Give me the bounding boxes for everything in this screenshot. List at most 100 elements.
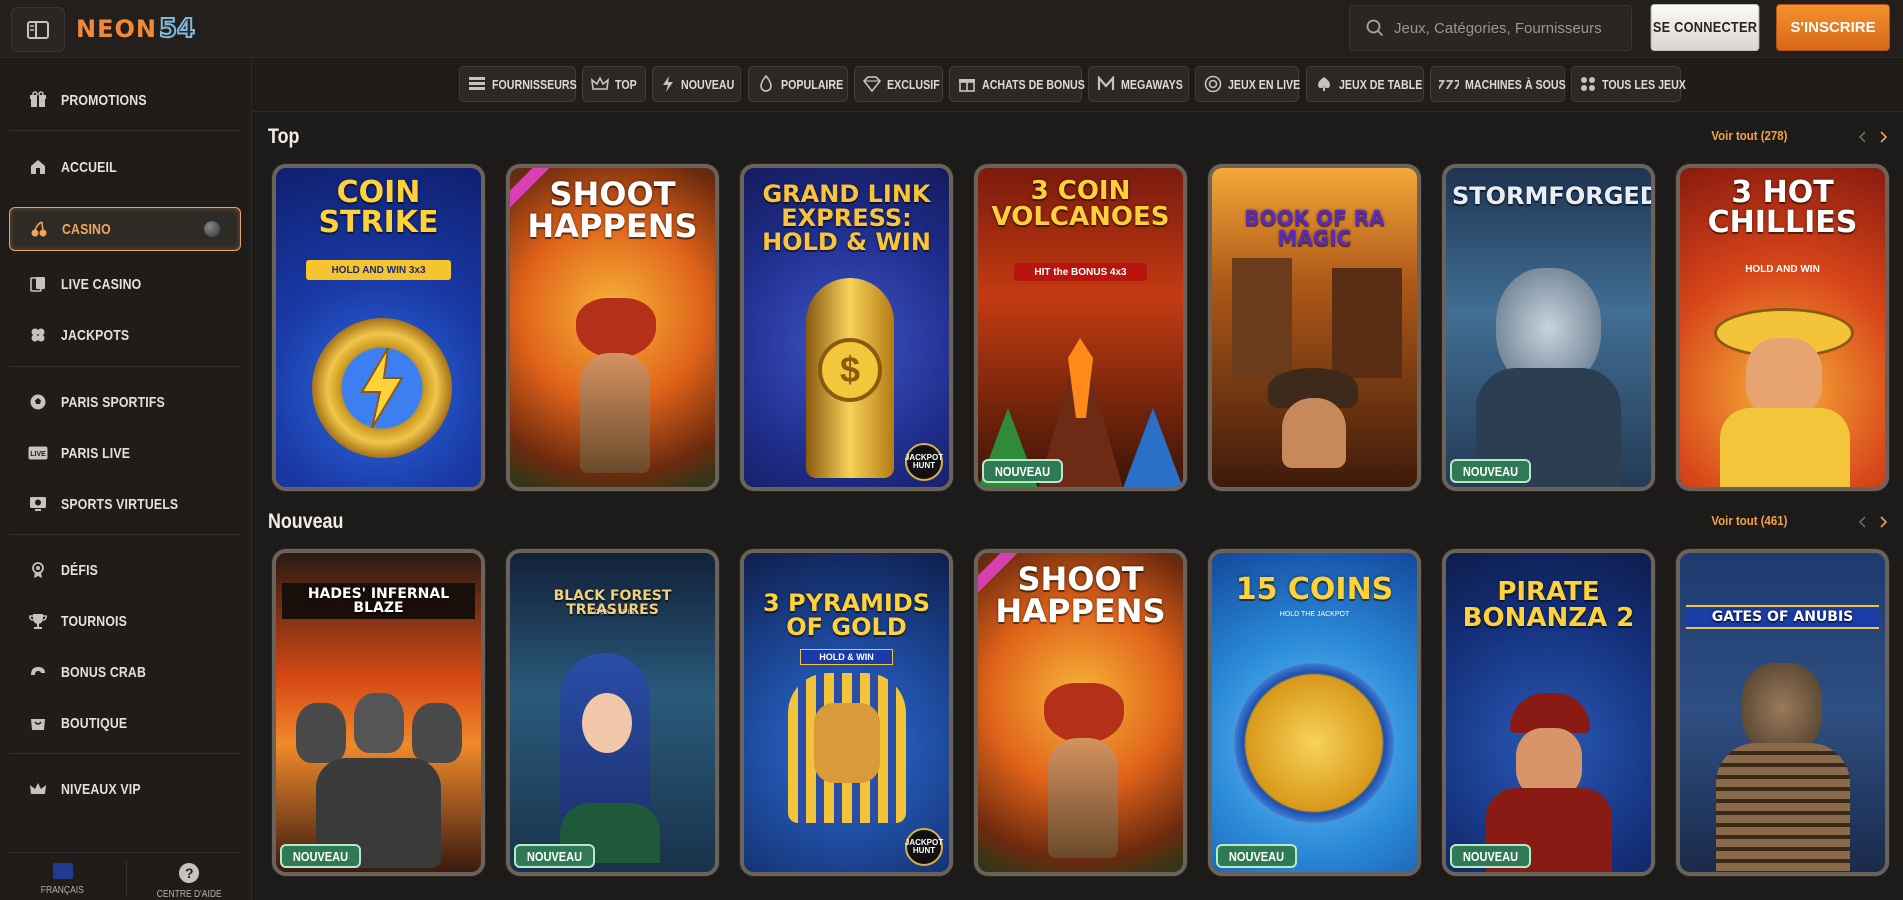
- sidebar-item-jackpots[interactable]: Jackpots: [9, 313, 241, 357]
- top-header: NEON 54 SE CONNECTER S'INSCRIRE: [0, 0, 1903, 58]
- category-label: Nouveau: [681, 76, 735, 92]
- category-all-games[interactable]: Tous les Jeux: [1571, 66, 1686, 102]
- sidebar-item-tournaments[interactable]: Tournois: [9, 599, 241, 643]
- signup-button[interactable]: S'INSCRIRE: [1776, 4, 1890, 51]
- logo-wordmark: NEON: [76, 15, 157, 43]
- sidebar-item-challenges[interactable]: Défis: [9, 548, 241, 592]
- game-subtitle: HOLD THE JACKPOT: [1279, 611, 1350, 618]
- sidebar-item-label: Bonus Crab: [61, 663, 147, 681]
- game-title: SHOOT HAPPENS: [995, 560, 1166, 630]
- category-label: Top: [615, 76, 637, 92]
- login-button[interactable]: SE CONNECTER: [1650, 4, 1760, 51]
- game-card[interactable]: COIN STRIKE HOLD AND WIN 3x3: [272, 164, 485, 491]
- svg-text:LIVE: LIVE: [30, 451, 46, 458]
- sidebar-item-label: Niveaux VIP: [61, 780, 141, 798]
- game-card[interactable]: SHOOT HAPPENS: [974, 549, 1187, 876]
- carousel-prev-top-button[interactable]: [1855, 130, 1869, 144]
- cards-icon: [1315, 73, 1333, 95]
- sidebar-item-sports-betting[interactable]: Paris Sportifs: [9, 380, 241, 424]
- category-label: Megaways: [1121, 76, 1183, 92]
- live-tag-icon: LIVE: [27, 442, 49, 464]
- game-card[interactable]: STORMFORGED NOUVEAU: [1442, 164, 1655, 491]
- category-label: Jeux en Live: [1228, 76, 1301, 92]
- sidebar-item-live-betting[interactable]: LIVE Paris Live: [9, 431, 241, 475]
- sidebar-item-label: Tournois: [61, 612, 128, 630]
- sidebar-item-live-casino[interactable]: Live Casino: [9, 262, 241, 306]
- game-subtitle: LOCK & SPIN: [590, 609, 635, 616]
- game-title: PIRATE BONANZA 2: [1462, 577, 1635, 633]
- sidebar-item-promotions[interactable]: Promotions: [9, 78, 241, 122]
- sidebar-footer: Français ? Centre d'aide: [0, 859, 252, 900]
- sidebar-item-label: Accueil: [61, 158, 117, 176]
- grid-icon: [1580, 73, 1596, 95]
- new-badge: NOUVEAU: [1216, 844, 1298, 868]
- new-badge: NOUVEAU: [514, 844, 596, 868]
- category-top[interactable]: Top: [582, 66, 646, 102]
- crown-icon: [27, 778, 49, 800]
- game-card[interactable]: GRAND LINK EXPRESS: HOLD & WIN $ JACKPOT…: [740, 164, 953, 491]
- category-label: Fournisseurs: [492, 76, 577, 92]
- sidebar-item-bonus-crab[interactable]: Bonus Crab: [9, 650, 241, 694]
- slot-777-icon: 777: [1439, 73, 1459, 95]
- help-icon: ?: [179, 863, 200, 883]
- game-card[interactable]: PIRATE BONANZA 2 NOUVEAU: [1442, 549, 1655, 876]
- sidebar-item-vip-levels[interactable]: Niveaux VIP: [9, 767, 241, 811]
- game-card[interactable]: 3 COIN VOLCANOES HIT the BONUS 4x3 NOUVE…: [974, 164, 1187, 491]
- game-card[interactable]: HADES' INFERNAL BLAZE NOUVEAU: [272, 549, 485, 876]
- help-center-link[interactable]: ? Centre d'aide: [127, 859, 253, 900]
- category-popular[interactable]: Populaire: [748, 66, 848, 102]
- search-box[interactable]: [1349, 5, 1632, 51]
- game-card[interactable]: BLACK FOREST TREASURES LOCK & SPIN NOUVE…: [506, 549, 719, 876]
- see-all-top-link[interactable]: Voir tout (278): [1711, 128, 1787, 143]
- category-new[interactable]: Nouveau: [652, 66, 741, 102]
- game-card[interactable]: SHOOT HAPPENS: [506, 164, 719, 491]
- see-all-new-link[interactable]: Voir tout (461): [1711, 513, 1787, 528]
- category-label: Tous les Jeux: [1602, 76, 1686, 92]
- category-megaways[interactable]: Megaways: [1088, 66, 1189, 102]
- language-selector[interactable]: Français: [0, 859, 126, 900]
- diamond-icon: [863, 73, 881, 95]
- carousel-next-new-button[interactable]: [1877, 515, 1891, 529]
- carousel-prev-new-button[interactable]: [1855, 515, 1869, 529]
- category-bonus-buys[interactable]: Achats de Bonus: [949, 66, 1085, 102]
- game-title: HADES' INFERNAL BLAZE: [282, 583, 475, 619]
- new-badge: NOUVEAU: [982, 459, 1064, 483]
- eu-flag-icon: [52, 863, 73, 879]
- category-providers[interactable]: Fournisseurs: [459, 66, 577, 102]
- sidebar-toggle-button[interactable]: [11, 7, 65, 52]
- site-logo[interactable]: NEON 54: [76, 8, 196, 50]
- sidebar-item-virtual-sports[interactable]: Sports Virtuels: [9, 482, 241, 526]
- game-title: 3 HOT CHILLIES: [1707, 175, 1858, 240]
- claw-icon: [27, 661, 49, 683]
- language-label: Français: [41, 885, 85, 896]
- sidebar-item-casino[interactable]: Casino: [9, 207, 241, 251]
- game-title: 3 PYRAMIDS OF GOLD: [762, 589, 931, 641]
- sidebar-item-shop[interactable]: Boutique: [9, 701, 241, 745]
- lightning-icon: [661, 73, 675, 95]
- carousel-next-top-button[interactable]: [1877, 130, 1891, 144]
- category-exclusive[interactable]: Exclusif: [854, 66, 943, 102]
- section-title-new: Nouveau: [268, 510, 344, 533]
- game-title: 15 COINS: [1235, 572, 1394, 607]
- game-card[interactable]: 3 PYRAMIDS OF GOLD HOLD & WIN JACKPOT HUN…: [740, 549, 953, 876]
- sidebar-item-label: Live Casino: [61, 275, 142, 293]
- sidebar-item-label: Paris Sportifs: [61, 393, 165, 411]
- shop-bag-icon: [27, 712, 49, 734]
- megaways-icon: [1097, 73, 1115, 95]
- game-card[interactable]: BOOK OF RA MAGIC: [1208, 164, 1421, 491]
- home-icon: [27, 156, 49, 178]
- game-card[interactable]: GATES OF ANUBIS: [1676, 549, 1889, 876]
- flame-icon: [757, 73, 775, 95]
- game-card[interactable]: 15 COINS HOLD THE JACKPOT NOUVEAU: [1208, 549, 1421, 876]
- game-card[interactable]: 3 HOT CHILLIES HOLD AND WIN: [1676, 164, 1889, 491]
- help-label: Centre d'aide: [156, 889, 222, 900]
- category-slot-machines[interactable]: 777 Machines à Sous: [1430, 66, 1566, 102]
- category-live-games[interactable]: Jeux en Live: [1195, 66, 1301, 102]
- chevron-right-icon: [1880, 131, 1888, 143]
- trophy-icon: [27, 610, 49, 632]
- sidebar-item-label: Paris Live: [61, 444, 131, 462]
- category-label: Exclusif: [887, 76, 940, 92]
- search-input[interactable]: [1394, 19, 1614, 37]
- sidebar-item-home[interactable]: Accueil: [9, 145, 241, 189]
- category-table-games[interactable]: Jeux de Table: [1306, 66, 1424, 102]
